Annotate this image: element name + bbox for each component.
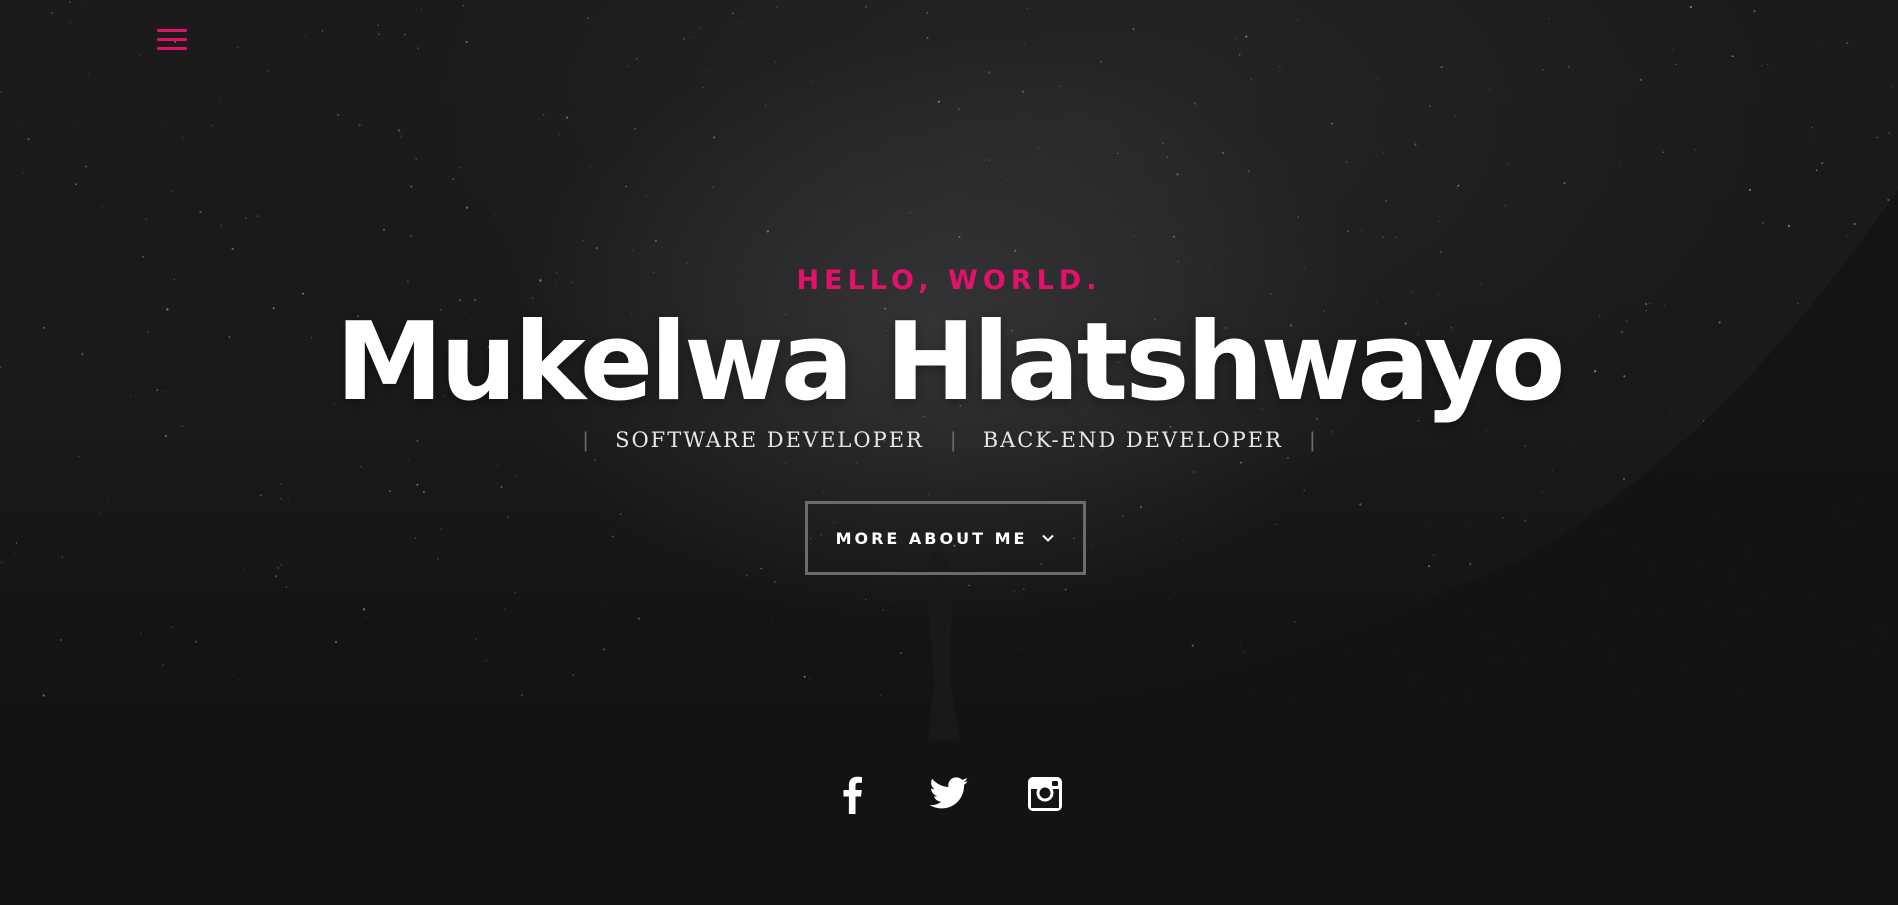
menu-bar-middle [157,38,187,41]
hero-name-heading: Mukelwa Hlatshwayo [335,300,1566,425]
facebook-link[interactable] [832,773,874,815]
roles-line: | SOFTWARE DEVELOPER | BACK-END DEVELOPE… [0,428,1898,453]
facebook-icon [843,776,862,814]
twitter-link[interactable] [928,773,970,815]
more-about-me-button[interactable]: MORE ABOUT ME [805,501,1086,575]
menu-bar-bottom [157,47,187,50]
twitter-icon [929,777,969,809]
role-back-end-developer: BACK-END DEVELOPER [982,428,1283,452]
more-about-me-label: MORE ABOUT ME [835,528,1028,548]
role-separator: | [582,429,589,452]
chevron-down-icon [1042,534,1055,542]
greeting-text: HELLO, WORLD. [796,265,1102,296]
role-software-developer: SOFTWARE DEVELOPER [615,428,924,452]
social-links [0,773,1898,815]
role-separator: | [1309,429,1316,452]
role-separator: | [950,429,957,452]
hamburger-menu-icon[interactable] [157,27,189,55]
hero-section: HELLO, WORLD. Mukelwa Hlatshwayo | SOFTW… [0,0,1898,905]
instagram-link[interactable] [1024,773,1066,815]
menu-bar-top [157,29,187,32]
instagram-icon [1028,777,1062,811]
